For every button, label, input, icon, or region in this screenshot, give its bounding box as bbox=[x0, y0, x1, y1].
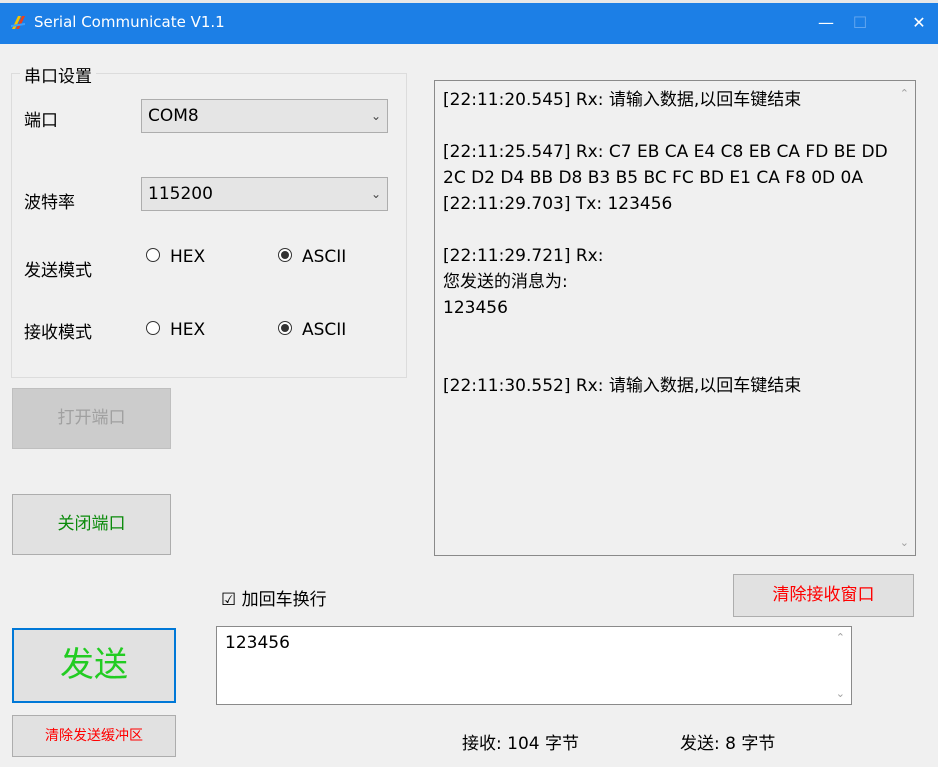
port-label: 端口 bbox=[24, 111, 58, 131]
add-crlf-checkbox[interactable]: ☑ 加回车换行 bbox=[221, 585, 327, 610]
send-text: 123456 bbox=[225, 633, 290, 653]
receive-textarea[interactable]: [22:11:20.545] Rx: 请输入数据,以回车键结束 [22:11:2… bbox=[434, 80, 916, 556]
send-mode-hex-radio[interactable]: HEX bbox=[146, 247, 205, 267]
close-button[interactable]: ✕ bbox=[899, 8, 938, 38]
window-title: Serial Communicate V1.1 bbox=[34, 13, 225, 31]
port-value: COM8 bbox=[148, 106, 199, 126]
radio-on-icon bbox=[278, 248, 292, 262]
radio-label: ASCII bbox=[302, 320, 347, 340]
scroll-up-icon[interactable]: ⌃ bbox=[836, 631, 845, 644]
recv-mode-label: 接收模式 bbox=[24, 323, 92, 343]
title-bar: Serial Communicate V1.1 — ☐ ✕ bbox=[0, 0, 938, 44]
send-textarea[interactable]: 123456 ⌃ ⌄ bbox=[216, 626, 852, 705]
app-icon bbox=[11, 16, 25, 29]
radio-label: HEX bbox=[170, 247, 206, 267]
top-strip bbox=[0, 0, 938, 3]
radio-off-icon bbox=[146, 321, 160, 335]
baud-label: 波特率 bbox=[24, 193, 75, 213]
send-mode-label: 发送模式 bbox=[24, 261, 92, 281]
scroll-down-icon[interactable]: ⌄ bbox=[900, 536, 909, 549]
port-select[interactable]: COM8 ⌄ bbox=[141, 99, 388, 133]
add-crlf-label: 加回车换行 bbox=[241, 590, 327, 610]
recv-mode-ascii-radio[interactable]: ASCII bbox=[278, 320, 346, 340]
scroll-up-icon[interactable]: ⌃ bbox=[900, 87, 909, 100]
group-title: 串口设置 bbox=[20, 62, 96, 87]
sent-count: 发送: 8 字节 bbox=[680, 734, 776, 754]
radio-label: HEX bbox=[170, 320, 206, 340]
radio-label: ASCII bbox=[302, 247, 347, 267]
close-port-button[interactable]: 关闭端口 bbox=[12, 494, 171, 555]
send-button[interactable]: 发送 bbox=[12, 628, 176, 703]
chevron-down-icon: ⌄ bbox=[370, 187, 381, 201]
checkbox-checked-icon: ☑ bbox=[221, 590, 237, 610]
maximize-button[interactable]: ☐ bbox=[840, 8, 880, 38]
chevron-down-icon: ⌄ bbox=[370, 109, 381, 123]
clear-receive-button[interactable]: 清除接收窗口 bbox=[733, 574, 914, 617]
receive-text: [22:11:20.545] Rx: 请输入数据,以回车键结束 [22:11:2… bbox=[443, 90, 888, 396]
radio-on-icon bbox=[278, 321, 292, 335]
send-mode-ascii-radio[interactable]: ASCII bbox=[278, 247, 346, 267]
scroll-down-icon[interactable]: ⌄ bbox=[836, 687, 845, 700]
radio-off-icon bbox=[146, 248, 160, 262]
received-count: 接收: 104 字节 bbox=[462, 734, 579, 754]
clear-send-buffer-button[interactable]: 清除发送缓冲区 bbox=[12, 715, 176, 757]
baud-select[interactable]: 115200 ⌄ bbox=[141, 177, 388, 211]
recv-mode-hex-radio[interactable]: HEX bbox=[146, 320, 205, 340]
open-port-button[interactable]: 打开端口 bbox=[12, 388, 171, 449]
baud-value: 115200 bbox=[148, 184, 213, 204]
